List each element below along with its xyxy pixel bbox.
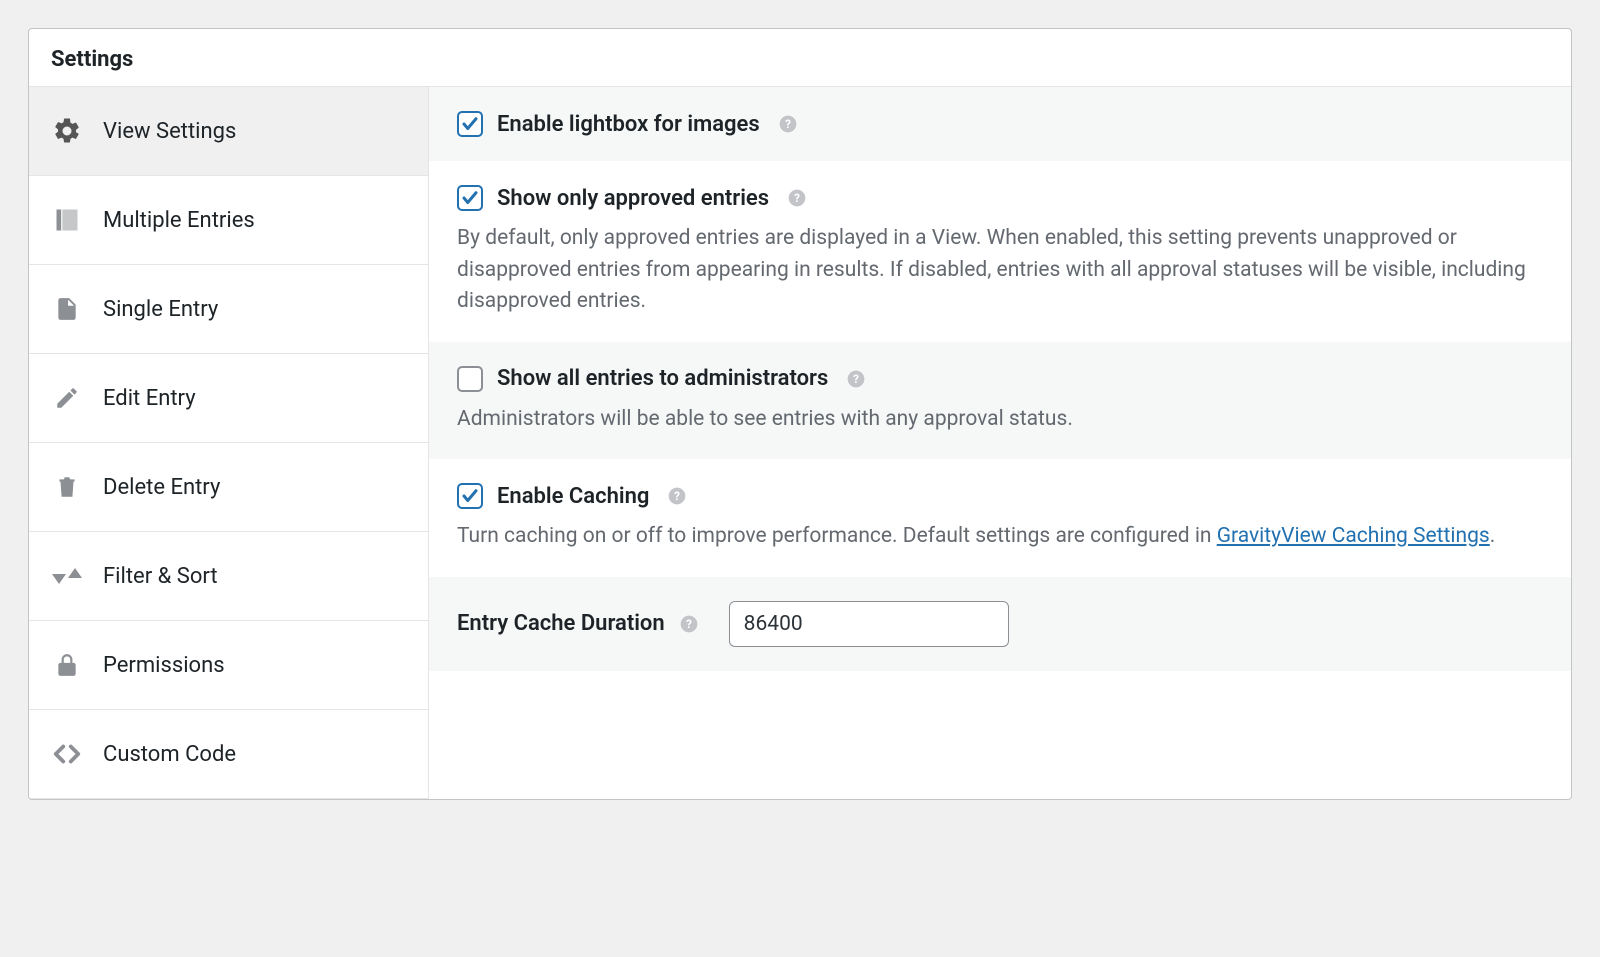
- tab-permissions[interactable]: Permissions: [29, 621, 428, 710]
- svg-text:?: ?: [686, 617, 692, 631]
- tab-label: Custom Code: [103, 742, 236, 767]
- approved-label: Show only approved entries: [497, 186, 769, 211]
- help-icon[interactable]: ?: [778, 114, 798, 134]
- settings-panel: Settings View Settings Multiple Entries: [28, 28, 1572, 800]
- tab-view-settings[interactable]: View Settings: [29, 87, 428, 176]
- setting-admin-all: Show all entries to administrators ? Adm…: [429, 342, 1571, 460]
- svg-text:?: ?: [853, 372, 859, 386]
- code-icon: [51, 738, 83, 770]
- approved-description: By default, only approved entries are di…: [457, 223, 1543, 318]
- tab-multiple-entries[interactable]: Multiple Entries: [29, 176, 428, 265]
- pencil-icon: [51, 382, 83, 414]
- help-icon[interactable]: ?: [679, 614, 699, 634]
- help-icon[interactable]: ?: [667, 486, 687, 506]
- svg-text:?: ?: [785, 117, 791, 131]
- caching-checkbox[interactable]: [457, 483, 483, 509]
- caching-description: Turn caching on or off to improve perfor…: [457, 521, 1543, 553]
- lock-icon: [51, 649, 83, 681]
- help-icon[interactable]: ?: [787, 188, 807, 208]
- svg-text:?: ?: [674, 489, 680, 503]
- sort-icon: [51, 560, 83, 592]
- lightbox-label: Enable lightbox for images: [497, 112, 760, 137]
- tab-custom-code[interactable]: Custom Code: [29, 710, 428, 799]
- admin-all-description: Administrators will be able to see entri…: [457, 404, 1543, 436]
- panel-title: Settings: [51, 47, 1549, 72]
- tab-label: Single Entry: [103, 297, 218, 322]
- tab-edit-entry[interactable]: Edit Entry: [29, 354, 428, 443]
- tab-filter-sort[interactable]: Filter & Sort: [29, 532, 428, 621]
- tab-label: Delete Entry: [103, 475, 220, 500]
- caching-settings-link[interactable]: GravityView Caching Settings: [1217, 524, 1490, 548]
- setting-lightbox: Enable lightbox for images ?: [429, 87, 1571, 161]
- tab-label: Permissions: [103, 653, 225, 678]
- caching-label: Enable Caching: [497, 484, 649, 509]
- cache-duration-input[interactable]: [729, 601, 1009, 647]
- stack-icon: [51, 204, 83, 236]
- admin-all-checkbox[interactable]: [457, 366, 483, 392]
- tab-label: Edit Entry: [103, 386, 196, 411]
- settings-tabs: View Settings Multiple Entries Single En…: [29, 87, 429, 799]
- trash-icon: [51, 471, 83, 503]
- setting-cache-duration: Entry Cache Duration ?: [429, 577, 1571, 671]
- tab-single-entry[interactable]: Single Entry: [29, 265, 428, 354]
- setting-approved: Show only approved entries ? By default,…: [429, 161, 1571, 342]
- panel-header: Settings: [29, 29, 1571, 87]
- lightbox-checkbox[interactable]: [457, 111, 483, 137]
- page-icon: [51, 293, 83, 325]
- settings-content: Enable lightbox for images ? Show only a…: [429, 87, 1571, 799]
- gear-icon: [51, 115, 83, 147]
- panel-body: View Settings Multiple Entries Single En…: [29, 87, 1571, 799]
- approved-checkbox[interactable]: [457, 185, 483, 211]
- svg-text:?: ?: [794, 191, 800, 205]
- tab-label: Multiple Entries: [103, 208, 255, 233]
- admin-all-label: Show all entries to administrators: [497, 366, 828, 391]
- tab-label: Filter & Sort: [103, 564, 218, 589]
- setting-caching: Enable Caching ? Turn caching on or off …: [429, 459, 1571, 577]
- tab-label: View Settings: [103, 119, 236, 144]
- help-icon[interactable]: ?: [846, 369, 866, 389]
- cache-duration-label: Entry Cache Duration ?: [457, 611, 699, 636]
- tab-delete-entry[interactable]: Delete Entry: [29, 443, 428, 532]
